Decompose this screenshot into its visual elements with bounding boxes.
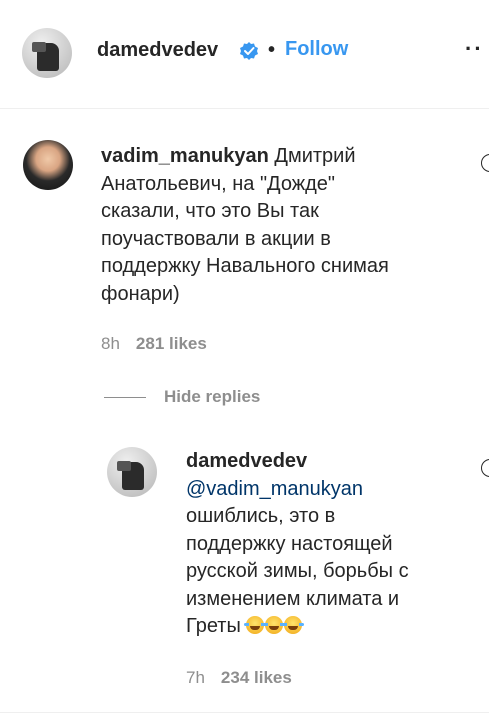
camera-icon	[32, 42, 46, 52]
comment-likes[interactable]: 234 likes	[221, 668, 292, 687]
mention-link[interactable]: @vadim_manukyan	[186, 478, 363, 500]
header-username[interactable]: damedvedev	[97, 39, 218, 62]
bottom-divider	[0, 712, 489, 713]
separator-dot: •	[268, 39, 276, 61]
avatar[interactable]	[22, 28, 72, 78]
follow-button[interactable]: Follow	[285, 38, 348, 61]
more-options-icon[interactable]: ··	[465, 36, 484, 62]
laughing-emoji-icon	[263, 616, 286, 634]
avatar[interactable]	[23, 140, 73, 190]
emoji-group	[244, 613, 305, 641]
comment-username[interactable]: vadim_manukyan	[101, 145, 269, 167]
post-header: damedvedev • Follow ··	[0, 0, 489, 109]
laughing-emoji-icon	[282, 616, 305, 634]
comment-text: vadim_manukyan Дмитрий Анатольевич, на "…	[101, 143, 461, 308]
comment-username[interactable]: damedvedev	[186, 450, 307, 472]
avatar[interactable]	[107, 447, 157, 497]
comment-time: 7h	[186, 668, 205, 687]
camera-icon	[117, 461, 131, 471]
verified-badge-icon	[240, 42, 258, 60]
comment-body: Дмитрий Анатольевич, на "Дожде" сказали,…	[101, 145, 389, 305]
like-heart-icon[interactable]	[481, 455, 489, 481]
comment-meta: 7h 234 likes	[186, 668, 292, 688]
comment-meta: 8h 281 likes	[101, 334, 207, 354]
like-heart-icon[interactable]	[481, 150, 489, 176]
comment-likes[interactable]: 281 likes	[136, 334, 207, 353]
comment-time: 8h	[101, 334, 120, 353]
hide-replies-button[interactable]: Hide replies	[164, 387, 260, 407]
laughing-emoji-icon	[244, 616, 267, 634]
comment-text: damedvedev @vadim_manukyan ошиблись, это…	[186, 448, 476, 641]
replies-divider-line	[104, 397, 146, 398]
